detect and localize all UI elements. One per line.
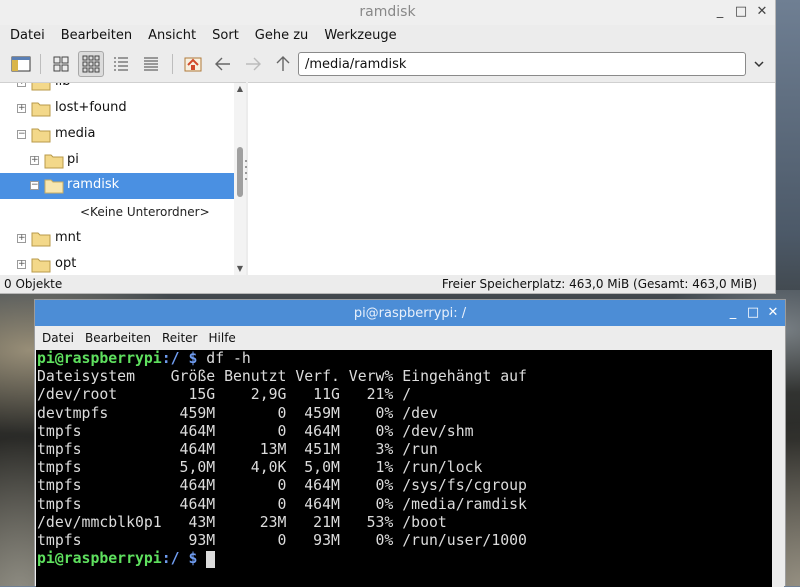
prompt-path: :/ $: [161, 350, 198, 367]
tree-item-label: ramdisk: [67, 177, 120, 192]
compact-view-icon[interactable]: [108, 51, 134, 77]
toolbar-divider: [172, 54, 173, 74]
output-row: tmpfs 93M 0 93M 0% /run/user/1000: [37, 531, 527, 549]
folder-icon: [31, 232, 51, 247]
scroll-up-icon[interactable]: ▲: [234, 83, 246, 95]
tree-item-lib[interactable]: + lib: [0, 83, 234, 96]
collapse-icon[interactable]: −: [30, 181, 39, 190]
tree-item-label: opt: [55, 256, 77, 271]
menu-hilfe[interactable]: Hilfe: [202, 328, 240, 348]
tree-item-label: pi: [67, 152, 79, 167]
prompt-user: pi@raspberrypi: [37, 550, 162, 568]
menu-datei[interactable]: Datei: [0, 26, 51, 46]
menu-bearbeiten[interactable]: Bearbeiten: [78, 328, 155, 348]
home-icon[interactable]: [180, 51, 206, 77]
path-input[interactable]: [298, 52, 746, 76]
collapse-icon[interactable]: −: [17, 130, 26, 139]
chevron-down-icon[interactable]: [750, 54, 768, 74]
close-button[interactable]: ✕: [763, 303, 783, 323]
maximize-button[interactable]: □: [743, 303, 763, 323]
item-count: 0 Objekte: [4, 277, 63, 291]
minimize-button[interactable]: _: [710, 2, 730, 22]
tree-item-mnt[interactable]: + mnt: [0, 226, 234, 252]
scroll-down-icon[interactable]: ▼: [234, 263, 246, 275]
folder-icon: [31, 102, 51, 117]
tree-item-label: lib: [55, 83, 70, 89]
scrollbar-thumb[interactable]: [237, 147, 243, 197]
prompt-line: pi@raspberrypi:/ $: [37, 550, 784, 569]
tree-item-label: lost+found: [55, 100, 127, 115]
back-arrow-icon[interactable]: [210, 51, 236, 77]
prompt-user: pi@raspberrypi: [37, 350, 162, 367]
output-row: tmpfs 464M 0 464M 0% /media/ramdisk: [37, 495, 527, 513]
menu-reiter[interactable]: Reiter: [155, 328, 202, 348]
tree-item-label: media: [55, 126, 96, 141]
output-row: devtmpfs 459M 0 459M 0% /dev: [37, 404, 438, 422]
text-cursor: [206, 551, 216, 569]
terminal-scrollbar[interactable]: [772, 350, 784, 587]
expand-icon[interactable]: +: [17, 260, 26, 269]
icon-view-icon[interactable]: [48, 51, 74, 77]
menu-sort[interactable]: Sort: [202, 26, 245, 46]
folder-icon: [44, 154, 64, 169]
maximize-button[interactable]: □: [731, 2, 751, 22]
output-row: tmpfs 5,0M 4,0K 5,0M 1% /run/lock: [37, 459, 483, 477]
tree-item-lost-found[interactable]: + lost+found: [0, 96, 234, 122]
no-subfolders-label: <Keine Unterordner>: [80, 205, 210, 219]
tree-item-ramdisk[interactable]: − ramdisk: [0, 173, 234, 199]
folder-icon: [31, 128, 51, 143]
output-row: tmpfs 464M 0 464M 0% /dev/shm: [37, 422, 474, 440]
output-row: /dev/root 15G 2,9G 11G 21% /: [37, 386, 412, 404]
expand-icon[interactable]: +: [17, 234, 26, 243]
terminal-window: pi@raspberrypi: / _ □ ✕ Datei Bearbeiten…: [34, 299, 786, 587]
folder-icon: [44, 179, 64, 194]
forward-arrow-icon[interactable]: [240, 51, 266, 77]
tree-item-pi[interactable]: + pi: [0, 148, 234, 174]
expand-icon[interactable]: +: [30, 156, 39, 165]
toolbar: [0, 48, 775, 80]
window-title: pi@raspberrypi: /: [353, 306, 467, 321]
folder-icon: [31, 258, 51, 273]
command-line: pi@raspberrypi:/ $ df -h: [37, 350, 784, 368]
menu-datei[interactable]: Datei: [35, 328, 78, 348]
toolbar-divider: [40, 54, 41, 74]
terminal-titlebar[interactable]: pi@raspberrypi: / _ □ ✕: [35, 300, 785, 326]
expand-icon[interactable]: +: [17, 83, 26, 87]
terminal-screen[interactable]: pi@raspberrypi:/ $ df -h Dateisystem Grö…: [36, 350, 784, 587]
free-space: Freier Speicherplatz: 463,0 MiB (Gesamt:…: [441, 277, 757, 291]
menu-werkzeuge[interactable]: Werkzeuge: [314, 26, 402, 46]
status-bar: 0 Objekte Freier Speicherplatz: 463,0 Mi…: [0, 275, 775, 293]
menu-gehe-zu[interactable]: Gehe zu: [245, 26, 315, 46]
thumbnail-view-icon[interactable]: [78, 51, 104, 77]
expand-icon[interactable]: +: [17, 104, 26, 113]
tree-item-opt[interactable]: + opt: [0, 252, 234, 275]
detailed-list-view-icon[interactable]: [138, 51, 164, 77]
folder-icon: [31, 83, 51, 91]
directory-tree: + lib + lost+found − media + pi − ramdis…: [0, 82, 246, 275]
file-manager-window: ramdisk _ □ ✕ Datei Bearbeiten Ansicht S…: [0, 0, 776, 294]
file-manager-titlebar[interactable]: ramdisk _ □ ✕: [0, 0, 775, 25]
up-arrow-icon[interactable]: [270, 51, 296, 77]
output-row: tmpfs 464M 0 464M 0% /sys/fs/cgroup: [37, 477, 527, 495]
output-row: /dev/mmcblk0p1 43M 23M 21M 53% /boot: [37, 513, 447, 531]
menu-bearbeiten[interactable]: Bearbeiten: [51, 26, 138, 46]
command-text: df -h: [206, 350, 251, 367]
output-row: tmpfs 464M 13M 451M 3% /run: [37, 440, 438, 458]
file-list-pane[interactable]: [248, 82, 775, 275]
terminal-menu-bar: Datei Bearbeiten Reiter Hilfe: [35, 328, 240, 348]
minimize-button[interactable]: _: [723, 303, 743, 323]
close-button[interactable]: ✕: [752, 2, 772, 22]
tree-item-media[interactable]: − media: [0, 122, 234, 148]
tree-item-label: mnt: [55, 230, 81, 245]
menu-ansicht[interactable]: Ansicht: [138, 26, 202, 46]
output-header: Dateisystem Größe Benutzt Verf. Verw% Ei…: [37, 368, 527, 386]
prompt-path: :/ $: [161, 550, 198, 568]
sidepane-toggle-icon[interactable]: [8, 51, 34, 77]
menu-bar: Datei Bearbeiten Ansicht Sort Gehe zu We…: [0, 26, 403, 46]
window-title: ramdisk: [359, 4, 416, 20]
